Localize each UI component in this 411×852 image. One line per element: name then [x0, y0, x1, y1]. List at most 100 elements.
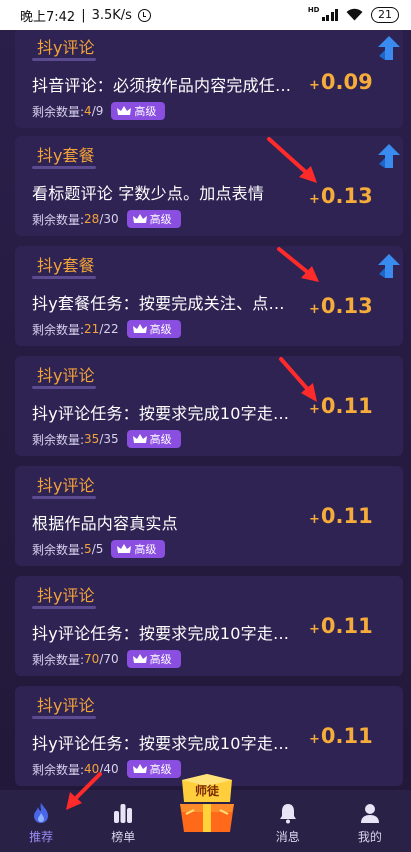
- task-reward: +0.11: [309, 614, 373, 638]
- task-card[interactable]: 抖y评论 抖y评论任务：按要求完成10字走… 剩余数量: 70 / 70 高级 …: [15, 576, 403, 676]
- category-underline: [32, 716, 96, 719]
- level-badge: 高级: [126, 430, 181, 448]
- task-card[interactable]: 抖y评论 根据作品内容真实点 剩余数量: 5 / 5 高级 +0.11: [15, 466, 403, 566]
- remain-label: 剩余数量:: [32, 432, 85, 447]
- category-underline: [32, 58, 96, 61]
- task-card[interactable]: 抖y评论 抖y评论任务：按要求完成10字走… 剩余数量: 35 / 35 高级 …: [15, 356, 403, 456]
- annotation-arrow: [267, 137, 317, 183]
- level-badge-label: 高级: [149, 763, 172, 776]
- signal-icon: [321, 9, 338, 21]
- remain-label: 剩余数量:: [32, 104, 85, 119]
- remain-total: 9: [95, 104, 104, 118]
- up-arrow-icon[interactable]: [373, 34, 401, 62]
- category-underline: [32, 606, 96, 609]
- task-remain: 剩余数量: 4 / 9 高级: [32, 102, 166, 120]
- task-list[interactable]: 抖y评论 抖音评论：必须按作品内容完成任… 剩余数量: 4 / 9 高级 +0.…: [0, 30, 411, 790]
- task-remain: 剩余数量: 21 / 22 高级: [32, 320, 181, 338]
- task-title: 看标题评论 字数少点。加点表情: [32, 184, 265, 203]
- alarm-icon: [137, 8, 151, 22]
- level-badge-label: 高级: [149, 213, 172, 226]
- remain-count: 70: [84, 652, 100, 666]
- task-category: 抖y评论: [37, 38, 95, 57]
- task-title: 抖音评论：必须按作品内容完成任…: [32, 76, 292, 95]
- nav-label-mine: 我的: [357, 830, 382, 844]
- level-badge-label: 高级: [134, 105, 157, 118]
- remain-count: 21: [84, 322, 100, 336]
- status-right: HD 21: [308, 7, 399, 23]
- task-remain: 剩余数量: 28 / 30 高级: [32, 210, 181, 228]
- level-badge: 高级: [126, 760, 181, 778]
- task-title: 根据作品内容真实点: [32, 514, 178, 533]
- annotation-arrow: [66, 772, 102, 810]
- annotation-arrow: [277, 247, 319, 282]
- level-badge: 高级: [126, 320, 181, 338]
- remain-count: 4: [84, 104, 92, 118]
- remain-count: 28: [84, 212, 100, 226]
- status-net-speed: 3.5K/s: [91, 7, 132, 23]
- task-remain: 剩余数量: 70 / 70 高级: [32, 650, 181, 668]
- crown-icon: [132, 764, 147, 773]
- remain-label: 剩余数量:: [32, 322, 85, 337]
- nav-messages[interactable]: 消息: [247, 790, 329, 852]
- level-badge-label: 高级: [149, 433, 172, 446]
- nav-label-recommend: 推荐: [29, 830, 54, 844]
- task-card[interactable]: 抖y评论 抖音评论：必须按作品内容完成任… 剩余数量: 4 / 9 高级 +0.…: [15, 30, 403, 128]
- task-category: 抖y评论: [37, 476, 95, 495]
- up-arrow-icon[interactable]: [373, 252, 401, 280]
- task-reward: +0.11: [309, 504, 373, 528]
- crown-icon: [132, 434, 147, 443]
- level-badge: 高级: [126, 210, 181, 228]
- crown-icon: [132, 214, 147, 223]
- level-badge: 高级: [126, 650, 181, 668]
- task-category: 抖y评论: [37, 696, 95, 715]
- task-title: 抖y评论任务：按要求完成10字走…: [32, 404, 290, 423]
- task-remain: 剩余数量: 35 / 35 高级: [32, 430, 181, 448]
- nav-mine[interactable]: 我的: [329, 790, 411, 852]
- level-badge-label: 高级: [149, 653, 172, 666]
- category-underline: [32, 386, 96, 389]
- up-arrow-icon[interactable]: [373, 142, 401, 170]
- remain-count: 5: [84, 542, 92, 556]
- remain-label: 剩余数量:: [32, 542, 85, 557]
- level-badge: 高级: [111, 102, 166, 120]
- level-badge-label: 高级: [134, 543, 157, 556]
- crown-icon: [117, 106, 132, 115]
- bar-chart-icon: [114, 804, 133, 823]
- master-label: 师徒: [194, 784, 219, 798]
- app-screen: 晚上7:42 | 3.5K/s HD 21 抖y评论 抖音评论：必须按作品内容完…: [0, 0, 411, 852]
- status-bar: 晚上7:42 | 3.5K/s HD 21: [0, 0, 411, 30]
- category-underline: [32, 496, 96, 499]
- category-underline: [32, 166, 96, 169]
- bell-icon: [279, 804, 296, 824]
- remain-total: 5: [95, 542, 104, 556]
- user-icon: [360, 804, 379, 823]
- task-category: 抖y套餐: [37, 256, 95, 275]
- task-category: 抖y套餐: [37, 146, 95, 165]
- task-remain: 剩余数量: 5 / 5 高级: [32, 540, 166, 558]
- nav-label-messages: 消息: [275, 830, 300, 844]
- status-left: 晚上7:42 | 3.5K/s: [20, 6, 151, 25]
- level-badge: 高级: [111, 540, 166, 558]
- task-title: 抖y评论任务：按要求完成10字走…: [32, 734, 290, 753]
- battery-indicator: 21: [371, 7, 399, 23]
- gift-box-icon[interactable]: [176, 770, 238, 840]
- status-divider: |: [81, 7, 86, 23]
- task-category: 抖y评论: [37, 586, 95, 605]
- task-reward: +0.09: [309, 70, 373, 94]
- task-card[interactable]: 抖y套餐 看标题评论 字数少点。加点表情 剩余数量: 28 / 30 高级 +0…: [15, 136, 403, 236]
- flame-icon: [34, 803, 49, 823]
- crown-icon: [132, 324, 147, 333]
- task-reward: +0.11: [309, 724, 373, 748]
- remain-total: 70: [103, 652, 119, 666]
- category-underline: [32, 276, 96, 279]
- crown-icon: [117, 544, 132, 553]
- wifi-icon: [346, 8, 363, 23]
- crown-icon: [132, 654, 147, 663]
- status-time: 晚上7:42: [20, 9, 76, 25]
- task-card[interactable]: 抖y套餐 抖y套餐任务：按要完成关注、点… 剩余数量: 21 / 22 高级 +…: [15, 246, 403, 346]
- task-category: 抖y评论: [37, 366, 95, 385]
- task-title: 抖y评论任务：按要求完成10字走…: [32, 624, 290, 643]
- remain-total: 35: [103, 432, 119, 446]
- annotation-arrow: [279, 357, 317, 402]
- nav-label-ranking: 榜单: [111, 830, 136, 844]
